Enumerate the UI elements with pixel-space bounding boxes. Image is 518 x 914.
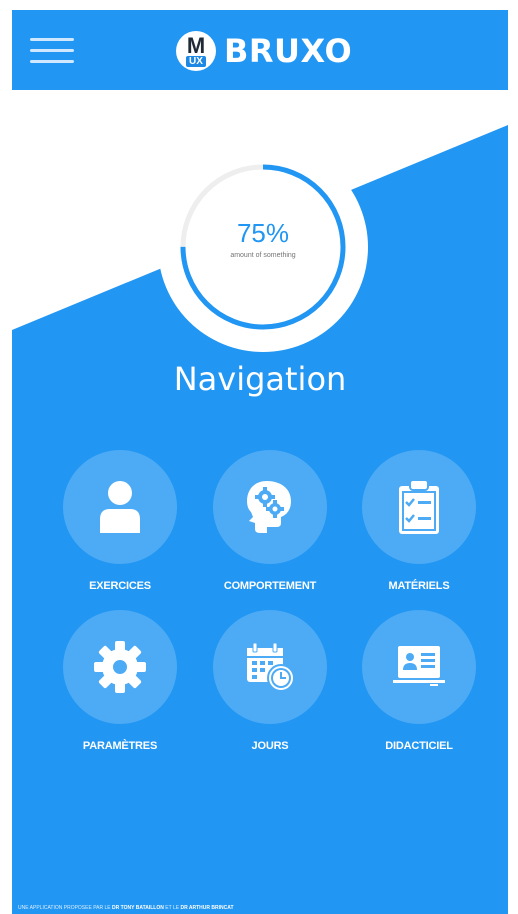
progress-value: 75% [236, 218, 290, 248]
footer-author-2: DR ARTHUR BRINCAT [180, 905, 234, 911]
nav-item-jours[interactable]: JOURS [195, 610, 345, 752]
footer-prefix: UNE APPLICATION PROPOSEE PAR LE [18, 905, 111, 911]
menu-line-icon [30, 38, 74, 41]
calendar-clock-icon [247, 642, 295, 692]
presentation-board-icon [393, 646, 445, 686]
nav-item-comportement[interactable]: COMPORTEMENT [195, 450, 345, 592]
nav-item-circle [63, 610, 177, 724]
top-bar: M UX BRUXO [12, 10, 508, 90]
nav-item-circle [213, 610, 327, 724]
person-icon [100, 481, 140, 533]
nav-item-materiels[interactable]: MATÉRIELS [344, 450, 494, 592]
menu-line-icon [30, 60, 74, 63]
nav-item-label: JOURS [251, 740, 289, 752]
progress-ring: 75% amount of something [158, 142, 368, 352]
nav-item-circle [213, 450, 327, 564]
brand-name: BRUXO [224, 32, 353, 70]
footer-author-1: DR TONY BATAILLON [112, 905, 164, 911]
navigation-title: Navigation [173, 360, 347, 398]
hamburger-menu-button[interactable] [30, 34, 76, 68]
logo-letter: M [186, 33, 206, 58]
brand-logo: M UX BRUXO [176, 26, 352, 76]
nav-item-circle [63, 450, 177, 564]
nav-item-label: MATÉRIELS [388, 580, 450, 592]
nav-item-circle [362, 610, 476, 724]
nav-item-label: COMPORTEMENT [223, 580, 317, 592]
menu-line-icon [30, 49, 74, 52]
gear-icon [94, 641, 146, 693]
logo-badge-icon: M UX [176, 31, 216, 71]
nav-item-label: PARAMÈTRES [82, 740, 158, 752]
clipboard-checklist-icon [399, 479, 439, 534]
nav-item-parametres[interactable]: PARAMÈTRES [45, 610, 195, 752]
footer-credits: UNE APPLICATION PROPOSEE PAR LE DR TONY … [18, 905, 234, 911]
nav-item-didacticiel[interactable]: DIDACTICIEL [344, 610, 494, 752]
nav-item-circle [362, 450, 476, 564]
progress-caption: amount of something [230, 252, 296, 259]
nav-item-label: DIDACTICIEL [385, 740, 453, 752]
logo-sub: UX [186, 56, 206, 67]
footer-middle: ET LE [165, 905, 180, 911]
nav-item-label: EXERCICES [89, 580, 151, 592]
brain-gears-icon [247, 481, 291, 533]
nav-item-exercices[interactable]: EXERCICES [45, 450, 195, 592]
app-screen: M UX BRUXO 75% amount of something Navig… [12, 10, 508, 914]
